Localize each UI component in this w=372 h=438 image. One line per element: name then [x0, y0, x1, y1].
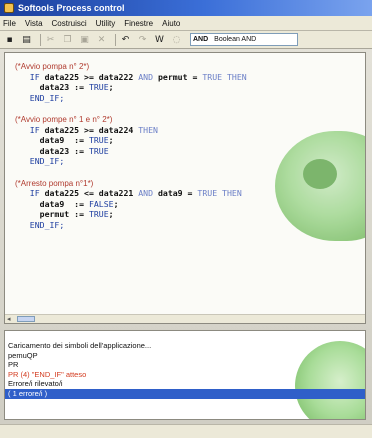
delete-icon[interactable]: ✕: [95, 34, 108, 46]
code-token: THEN: [138, 124, 158, 135]
menu-windows[interactable]: Finestre: [124, 19, 153, 28]
message-line[interactable]: PR: [5, 360, 365, 370]
paste-icon[interactable]: ▣: [78, 34, 91, 46]
green-flange-graphic: [275, 131, 365, 241]
code-line[interactable]: (*Arresto pompa n°1*): [15, 178, 247, 189]
code-token: IF: [15, 124, 45, 135]
code-token: TRUE THEN: [202, 71, 247, 82]
code-token: ;: [108, 209, 114, 220]
message-list: Caricamento dei simboli dell'applicazion…: [5, 341, 365, 399]
copy-icon[interactable]: ❐: [61, 34, 74, 46]
code-token: (*Arresto pompa n°1*): [15, 178, 94, 188]
cut-icon[interactable]: ✂: [44, 34, 57, 46]
code-token: data225 >= data222: [44, 71, 139, 82]
code-text[interactable]: (*Avvio pompa n° 2*) IF data225 >= data2…: [15, 61, 247, 231]
menu-file[interactable]: File: [3, 19, 16, 28]
menu-bar: File Vista Costruisci Utility Finestre A…: [0, 16, 372, 31]
code-token: data225 >= data224: [44, 124, 139, 135]
menu-build[interactable]: Costruisci: [52, 19, 87, 28]
message-line[interactable]: Caricamento dei simboli dell'applicazion…: [5, 341, 365, 351]
code-token: TRUE: [88, 82, 109, 93]
message-line[interactable]: Errore/i rilevato/i: [5, 379, 365, 389]
code-line[interactable]: IF data225 >= data224 THEN: [15, 125, 247, 136]
code-line[interactable]: END_IF;: [15, 220, 247, 231]
code-line[interactable]: data23 := TRUE: [15, 146, 247, 157]
code-token: (*Avvio pompa n° 2*): [15, 62, 90, 71]
code-token: TRUE: [88, 145, 109, 156]
toolbar-separator: [115, 33, 116, 46]
scroll-left-icon[interactable]: ◂: [7, 315, 11, 323]
output-panel: Caricamento dei simboli dell'applicazion…: [4, 330, 366, 420]
title-bar[interactable]: Softools Process control: [0, 0, 372, 16]
code-line[interactable]: data23 := TRUE;: [15, 82, 247, 93]
code-token: data9 =: [157, 188, 198, 199]
code-token: permut =: [157, 71, 203, 82]
code-line[interactable]: (*Avvio pompa n° 2*): [15, 61, 247, 72]
code-token: AND: [138, 71, 158, 82]
code-token: END_IF;: [15, 156, 65, 167]
status-bar: [0, 424, 372, 438]
code-token: data23 :=: [15, 82, 89, 93]
editor-horizontal-scrollbar[interactable]: ◂: [5, 314, 365, 323]
toolbar-separator: [40, 33, 41, 46]
code-line[interactable]: [15, 167, 247, 178]
code-token: END_IF;: [15, 92, 65, 103]
code-token: END_IF;: [15, 219, 65, 230]
message-line[interactable]: ( 1 errore/i ): [5, 388, 365, 399]
help-icon[interactable]: ◌: [170, 34, 183, 46]
code-token: AND: [138, 188, 158, 199]
code-token: permut :=: [15, 209, 89, 220]
code-line[interactable]: data9 := FALSE;: [15, 199, 247, 210]
code-token: data23 :=: [15, 145, 89, 156]
operator-keyword: AND: [193, 36, 209, 43]
code-token: (*Avvio pompe n° 1 e n° 2*): [15, 114, 113, 124]
code-line[interactable]: data9 := TRUE;: [15, 135, 247, 146]
code-editor[interactable]: (*Avvio pompa n° 2*) IF data225 >= data2…: [4, 52, 366, 324]
code-token: data9 :=: [15, 135, 89, 146]
code-line[interactable]: IF data225 >= data222 AND permut = TRUE …: [15, 72, 247, 83]
window-title: Softools Process control: [18, 3, 125, 13]
compile-icon[interactable]: W: [153, 34, 166, 46]
app-icon: [4, 3, 14, 13]
code-token: data9 :=: [15, 198, 89, 209]
code-line[interactable]: permut := TRUE;: [15, 209, 247, 220]
code-line[interactable]: [15, 103, 247, 114]
message-line[interactable]: pemuQP: [5, 351, 365, 361]
code-line[interactable]: IF data225 <= data221 AND data9 = TRUE T…: [15, 188, 247, 199]
code-token: IF: [15, 188, 45, 199]
menu-help[interactable]: Aiuto: [162, 19, 180, 28]
scrollbar-thumb[interactable]: [17, 316, 35, 322]
redo-icon[interactable]: ↷: [136, 34, 149, 46]
toolbar: ▪ ▤ ✂ ❐ ▣ ✕ ↶ ↷ W ◌ AND Boolean AND: [0, 31, 372, 49]
code-line[interactable]: END_IF;: [15, 156, 247, 167]
code-token: TRUE: [88, 209, 109, 220]
menu-utility[interactable]: Utility: [96, 19, 116, 28]
application-window: Softools Process control File Vista Cost…: [0, 0, 372, 438]
undo-icon[interactable]: ↶: [119, 34, 132, 46]
operator-type: Boolean AND: [214, 36, 257, 43]
menu-view[interactable]: Vista: [25, 19, 43, 28]
code-token: ;: [113, 198, 119, 209]
code-token: ;: [108, 82, 114, 93]
code-token: TRUE THEN: [197, 188, 242, 199]
code-token: ;: [108, 135, 114, 146]
code-token: TRUE: [88, 135, 109, 146]
code-token: data225 <= data221: [44, 188, 139, 199]
code-token: FALSE: [88, 198, 114, 209]
operator-select[interactable]: AND Boolean AND: [190, 33, 298, 46]
code-line[interactable]: END_IF;: [15, 93, 247, 104]
code-line[interactable]: (*Avvio pompe n° 1 e n° 2*): [15, 114, 247, 125]
print-icon[interactable]: ▤: [20, 34, 33, 46]
message-line[interactable]: PR (4) "END_IF" atteso: [5, 370, 365, 380]
code-token: IF: [15, 71, 45, 82]
save-icon[interactable]: ▪: [3, 34, 16, 46]
